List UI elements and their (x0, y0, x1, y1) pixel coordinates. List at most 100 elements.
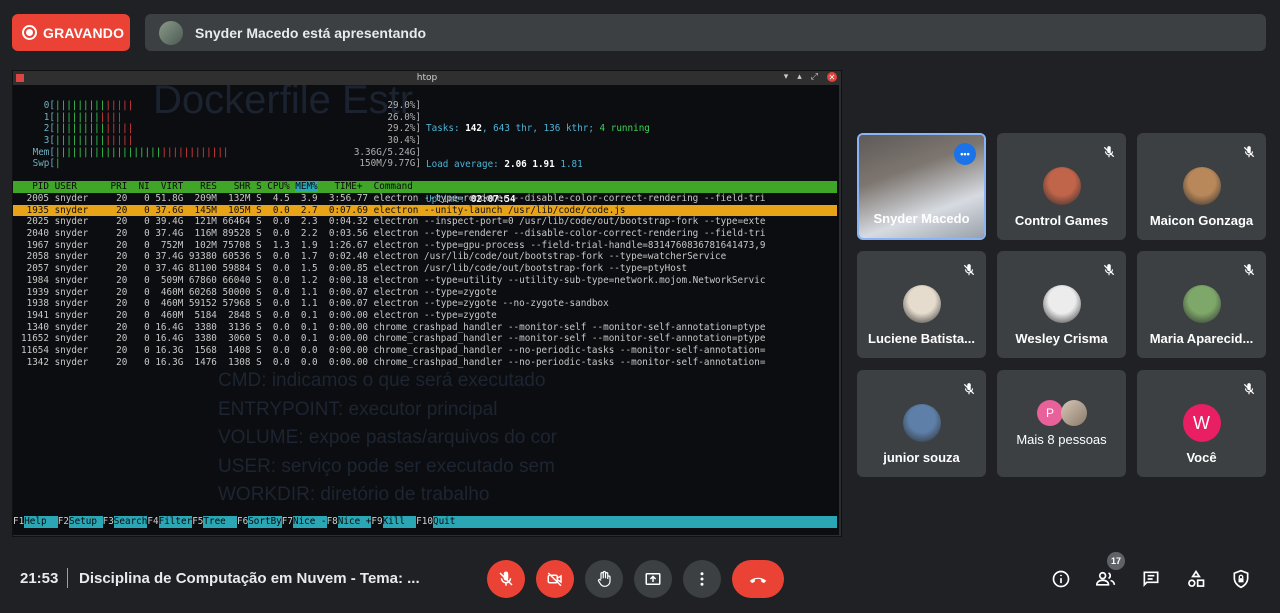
process-row[interactable]: 1967 snyder 20 0 752M 102M 75708 S 1.3 1… (13, 240, 837, 252)
process-row[interactable]: 1340 snyder 20 0 16.4G 3380 3136 S 0.0 0… (13, 322, 837, 334)
participant-tile[interactable]: W Você (1137, 370, 1266, 477)
raise-hand-button[interactable] (585, 560, 623, 598)
present-screen-button[interactable] (634, 560, 672, 598)
participant-tile[interactable]: ••• Snyder Macedo (857, 133, 986, 240)
fkey-action[interactable]: Filter (158, 516, 193, 528)
fkey-number: F3 (102, 516, 114, 527)
process-row[interactable]: 1342 snyder 20 0 16.3G 1476 1308 S 0.0 0… (13, 357, 837, 369)
avatar (1061, 400, 1087, 426)
fkey-number: F1 (13, 516, 25, 527)
fkey-action[interactable]: Tree (203, 516, 237, 528)
record-icon (22, 25, 37, 40)
fkey-action[interactable]: Quit (432, 516, 456, 528)
load-label: Load average: (426, 158, 505, 170)
fkey-action[interactable]: Search (113, 516, 148, 528)
process-table-header[interactable]: PID USER PRI NI VIRT RES SHR S CPU% MEM%… (13, 181, 837, 193)
host-controls-button[interactable] (1230, 568, 1252, 590)
fkey-action[interactable]: Help (24, 516, 58, 528)
process-row[interactable]: 11654 snyder 20 0 16.3G 1568 1408 S 0.0 … (13, 345, 837, 357)
more-options-button[interactable] (683, 560, 721, 598)
fkey-number: F7 (281, 516, 293, 527)
mic-off-icon (962, 263, 976, 277)
process-row[interactable]: 2025 snyder 20 0 39.4G 121M 66464 S 0.0 … (13, 216, 837, 228)
avatar (902, 285, 941, 323)
window-title: htop (416, 73, 438, 83)
fkey-number: F10 (416, 516, 433, 527)
participant-name: Maria Aparecid... (1149, 331, 1254, 346)
participant-tile[interactable]: junior souza (857, 370, 986, 477)
avatar: W (1182, 404, 1221, 442)
process-row[interactable]: 1941 snyder 20 0 460M 5184 2848 S 0.0 0.… (13, 310, 837, 322)
process-row[interactable]: 1938 snyder 20 0 460M 59152 57968 S 0.0 … (13, 298, 837, 310)
meter-row: Swp[| 150M/9.77G] (21, 158, 421, 170)
process-row[interactable]: 11652 snyder 20 0 16.4G 3380 3060 S 0.0 … (13, 333, 837, 345)
meeting-title[interactable]: Disciplina de Computação em Nuvem - Tema… (79, 570, 420, 587)
tasks-count: 142 (465, 123, 482, 135)
participant-name: Você (1186, 450, 1217, 465)
present-icon (645, 573, 661, 585)
people-button[interactable] (1095, 568, 1117, 590)
background-line: VOLUME: expoe pastas/arquivos do cor (218, 427, 558, 448)
mic-off-icon (962, 382, 976, 396)
meter-row: 0[|||||||||||||| 29.0%] (21, 100, 421, 112)
meter-label: Swp[ (32, 158, 55, 170)
window-titlebar: htop ▾ ▴ ⤢ ✕ (13, 71, 841, 85)
presenting-banner[interactable]: Snyder Macedo está apresentando (145, 14, 1266, 51)
process-row[interactable]: 1939 snyder 20 0 460M 60268 50000 S 0.0 … (13, 287, 837, 299)
meter-value: 29.0%] (387, 100, 421, 111)
hangup-icon (749, 577, 767, 584)
meter-bar: | (55, 158, 61, 170)
process-row[interactable]: 2040 snyder 20 0 37.4G 116M 89528 S 0.0 … (13, 228, 837, 240)
participant-name: Snyder Macedo (873, 211, 970, 226)
avatar (1042, 167, 1081, 205)
participant-tile[interactable]: Luciene Batista... (857, 251, 986, 358)
avatar (1042, 285, 1081, 323)
meter-label: 3[ (43, 135, 55, 147)
window-menu-icon[interactable]: ▾ (784, 72, 789, 82)
avatar (1182, 285, 1221, 323)
window-close-icon[interactable]: ✕ (827, 72, 837, 82)
process-row[interactable]: 1935 snyder 20 0 37.6G 145M 105M S 0.0 2… (13, 204, 837, 217)
recording-indicator[interactable]: GRAVANDO (12, 14, 130, 51)
fkey-number: F9 (371, 516, 383, 527)
fkey-number: F2 (57, 516, 69, 527)
participant-tile[interactable]: Maicon Gonzaga (1137, 133, 1266, 240)
avatar: P (1037, 400, 1063, 426)
process-row[interactable]: 2058 snyder 20 0 37.4G 93380 60536 S 0.0… (13, 251, 837, 263)
chat-button[interactable] (1140, 568, 1162, 590)
fkey-action[interactable]: Kill (382, 516, 417, 528)
fkey-action[interactable]: Nice + (337, 516, 372, 528)
window-maximize-icon[interactable]: ⤢ (811, 72, 818, 82)
activities-button[interactable] (1185, 568, 1207, 590)
window-minimize-icon[interactable]: ▴ (797, 72, 802, 82)
fkey-action[interactable]: Setup (69, 516, 103, 528)
load-15: 1.81 (554, 158, 583, 170)
camera-toggle-button[interactable] (536, 560, 574, 598)
participant-tile[interactable]: Maria Aparecid... (1137, 251, 1266, 358)
htop-terminal[interactable]: Dockerfile Estr CMD: indicamos o que ser… (13, 85, 839, 535)
sort-column[interactable]: MEM% (295, 181, 318, 192)
mic-toggle-button[interactable] (487, 560, 525, 598)
meter-bar: |||||||||||| (55, 111, 123, 123)
hand-icon (597, 570, 611, 587)
meeting-details-button[interactable] (1050, 568, 1072, 590)
process-row[interactable]: 1984 snyder 20 0 509M 67860 66040 S 0.0 … (13, 275, 837, 287)
info-icon (1052, 570, 1070, 588)
load-1: 2.06 (504, 158, 527, 170)
fkey-action[interactable]: SortBy (248, 516, 282, 528)
fkey-number: F8 (326, 516, 338, 527)
participant-tile[interactable]: Wesley Crisma (997, 251, 1126, 358)
participant-tile[interactable]: Control Games (997, 133, 1126, 240)
leave-call-button[interactable] (732, 560, 784, 598)
people-count-badge: 17 (1107, 552, 1125, 570)
avatar (902, 404, 941, 442)
more-options-icon[interactable]: ••• (954, 143, 976, 165)
process-list[interactable]: 2005 snyder 20 0 51.8G 209M 132M S 4.5 3… (13, 193, 837, 368)
process-row[interactable]: 2005 snyder 20 0 51.8G 209M 132M S 4.5 3… (13, 193, 837, 205)
terminal-app-icon (16, 74, 24, 82)
mic-off-icon (1102, 145, 1116, 159)
process-row[interactable]: 2057 snyder 20 0 37.4G 81100 59884 S 0.0… (13, 263, 837, 275)
fkey-action[interactable]: Nice - (292, 516, 327, 528)
background-line: CMD: indicamos o que será executado (218, 370, 546, 391)
participant-tile[interactable]: P Mais 8 pessoas (997, 370, 1126, 477)
